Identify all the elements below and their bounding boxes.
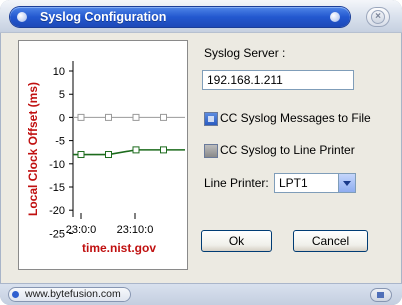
x-tick-label: 23:10:0 xyxy=(117,224,154,236)
line-printer-value: LPT1 xyxy=(279,176,308,190)
data-point-marker xyxy=(105,113,112,121)
window-title: Syslog Configuration xyxy=(40,10,167,24)
data-point-marker xyxy=(105,151,112,159)
resize-grip-icon[interactable] xyxy=(370,288,392,302)
ok-button[interactable]: Ok xyxy=(201,230,272,252)
cancel-button[interactable]: Cancel xyxy=(293,230,368,252)
website-link[interactable]: www.bytefusion.com xyxy=(8,287,131,302)
x-axis-label: time.nist.gov xyxy=(82,241,156,255)
x-tick-label: 23:0:0 xyxy=(66,224,97,236)
data-point-marker xyxy=(77,151,85,159)
y-tick-label: -10 xyxy=(49,159,65,171)
y-tick-label: 10 xyxy=(53,66,65,78)
file-checkbox[interactable] xyxy=(204,112,218,126)
printer-checkbox[interactable] xyxy=(204,144,218,158)
y-tick-label: -15 xyxy=(49,182,65,194)
y-tick-label: 0 xyxy=(59,112,65,124)
syslog-server-input[interactable]: 192.168.1.211 xyxy=(202,70,354,90)
close-icon: × xyxy=(371,10,385,24)
syslog-server-label: Syslog Server : xyxy=(204,46,286,60)
data-point-marker xyxy=(160,146,167,154)
y-axis-label: Local Clock Offset (ms) xyxy=(26,82,40,216)
file-checkbox-label[interactable]: CC Syslog Messages to File xyxy=(220,111,371,125)
y-tick-label: -5 xyxy=(55,136,65,148)
clock-offset-chart: 10 5 0 -5 -10 -15 -20 -25 23:0:0 23:10:0 time.nist… xyxy=(18,40,188,270)
close-button[interactable]: × xyxy=(366,7,390,27)
data-point-marker xyxy=(77,113,85,121)
line-printer-select[interactable]: LPT1 xyxy=(274,173,356,193)
y-tick-label: 5 xyxy=(59,89,65,101)
globe-icon xyxy=(12,291,19,298)
chart-svg: 10 5 0 -5 -10 -15 -20 -25 23:0:0 23:10:0 time.nist… xyxy=(26,61,185,255)
line-printer-label: Line Printer: xyxy=(204,176,269,190)
status-bar: www.bytefusion.com xyxy=(0,283,402,305)
chevron-down-icon[interactable] xyxy=(338,174,355,192)
y-tick-label: -20 xyxy=(49,205,65,217)
data-point-marker xyxy=(132,113,140,121)
series-line xyxy=(73,149,185,156)
data-point-marker xyxy=(160,113,167,121)
title-bar[interactable]: Syslog Configuration × xyxy=(0,0,402,33)
website-link-text[interactable]: www.bytefusion.com xyxy=(25,287,121,302)
y-tick-label: -25 xyxy=(49,228,65,240)
title-dot-icon xyxy=(17,12,27,22)
data-point-marker xyxy=(132,146,140,154)
title-pill: Syslog Configuration xyxy=(10,7,350,27)
syslog-config-window: Syslog Configuration × 10 5 0 -5 -10 -15 -20 -2… xyxy=(0,0,402,305)
title-dot-icon xyxy=(330,12,340,22)
printer-checkbox-label[interactable]: CC Syslog to Line Printer xyxy=(220,143,355,157)
